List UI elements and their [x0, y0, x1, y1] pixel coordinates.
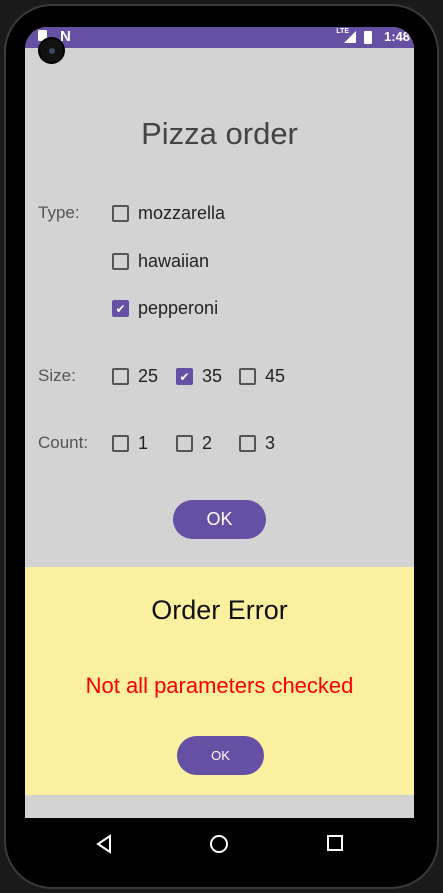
size-label: Size: [38, 366, 76, 385]
checkbox-label: mozzarella [138, 203, 226, 223]
checkbox-icon [239, 435, 256, 452]
checkbox-label: 1 [138, 433, 149, 453]
dialog-title: Order Error [151, 595, 288, 625]
checkbox-label: pepperoni [138, 298, 219, 318]
checkbox-icon [176, 435, 193, 452]
checkbox-mozzarella[interactable]: mozzarella [112, 203, 225, 224]
checkbox-label: 25 [138, 366, 159, 386]
checkbox-size-45[interactable]: 45 [239, 366, 285, 387]
dialog-message: Not all parameters checked [85, 673, 354, 698]
checkbox-checked-icon: ✔ [176, 368, 193, 385]
checkbox-label: 3 [265, 433, 276, 453]
checkbox-checked-icon: ✔ [112, 300, 129, 317]
signal-icon [344, 31, 356, 43]
checkbox-count-2[interactable]: 2 [176, 433, 212, 454]
checkbox-icon [112, 253, 129, 270]
navigation-bar [25, 818, 414, 872]
checkbox-label: 45 [265, 366, 286, 386]
checkbox-count-3[interactable]: 3 [239, 433, 275, 454]
battery-icon [364, 31, 372, 44]
checkbox-count-1[interactable]: 1 [112, 433, 148, 454]
page-title: Pizza order [141, 116, 298, 151]
count-label: Count: [38, 433, 89, 452]
screen: N LTE 1:48 Pizza order Type: mozzarella … [25, 27, 414, 872]
checkbox-pepperoni[interactable]: ✔ pepperoni [112, 298, 218, 319]
checkbox-icon [239, 368, 256, 385]
checkbox-hawaiian[interactable]: hawaiian [112, 251, 209, 272]
home-icon[interactable] [209, 834, 229, 859]
recents-icon[interactable] [326, 834, 344, 857]
checkbox-icon [112, 435, 129, 452]
checkbox-size-25[interactable]: 25 [112, 366, 158, 387]
checkbox-icon [112, 205, 129, 222]
type-label: Type: [38, 203, 80, 222]
ok-button[interactable]: OK [173, 500, 266, 539]
camera-icon [38, 37, 65, 64]
checkbox-icon [112, 368, 129, 385]
checkbox-label: 35 [202, 366, 223, 386]
back-icon[interactable] [95, 834, 113, 859]
status-bar: N LTE 1:48 [25, 27, 414, 48]
error-dialog: Order Error Not all parameters checked O… [25, 567, 414, 795]
clock: 1:48 [383, 29, 410, 44]
dialog-ok-button[interactable]: OK [177, 736, 264, 775]
checkbox-label: hawaiian [138, 251, 210, 271]
checkbox-label: 2 [202, 433, 213, 453]
checkbox-size-35[interactable]: ✔ 35 [176, 366, 222, 387]
